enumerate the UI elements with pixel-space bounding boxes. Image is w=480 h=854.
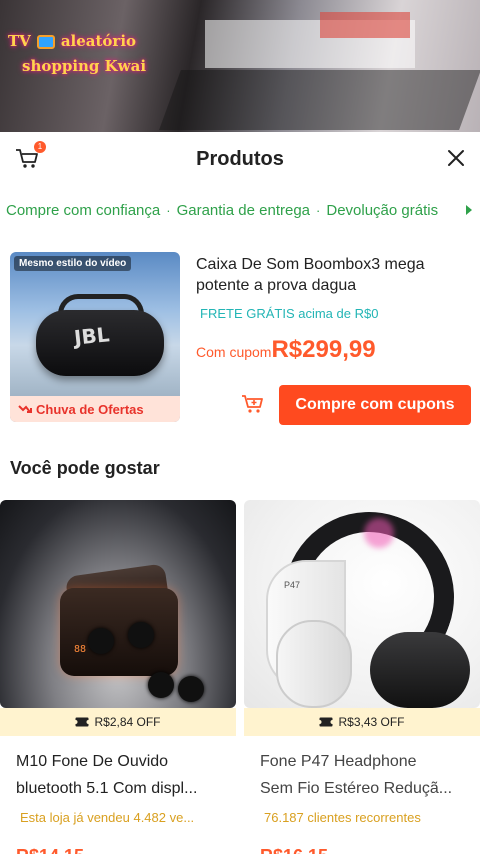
recommendation-card[interactable]: P47 R$3,43 OFF Fone P47 Headphone Sem Fi… xyxy=(244,500,480,854)
earbud-case-shape xyxy=(60,588,178,676)
offer-label: Chuva de Ofertas xyxy=(36,401,144,417)
products-header: 1 Produtos xyxy=(0,132,480,186)
brand-logo: JBL xyxy=(72,322,111,350)
discount-badge: R$3,43 OFF xyxy=(244,708,480,736)
discount-label: R$3,43 OFF xyxy=(338,715,405,729)
ticket-icon xyxy=(75,717,90,727)
sales-info: Esta loja já vendeu 4.482 ve... xyxy=(20,810,195,825)
chevron-right-icon xyxy=(466,205,472,215)
product-name-line: M10 Fone De Ouvido xyxy=(16,753,169,770)
trust-item: Devolução grátis xyxy=(326,201,439,219)
product-title[interactable]: Caixa De Som Boombox3 mega potente a pro… xyxy=(196,254,466,296)
light-glow-shape xyxy=(364,518,394,548)
video-preview[interactable]: TV aleatório shopping Kwai xyxy=(0,0,480,132)
trust-item: Garantia de entrega xyxy=(176,201,311,219)
close-button[interactable] xyxy=(444,146,468,170)
product-image[interactable]: P47 xyxy=(244,500,480,708)
page-title: Produtos xyxy=(196,148,284,170)
featured-product-card[interactable]: JBL Mesmo estilo do vídeo Chuva de Ofert… xyxy=(0,246,480,432)
trust-item: Compre com confiança xyxy=(6,201,161,219)
ear-cup-shape xyxy=(370,632,470,708)
video-caption-line-1: TV aleatório xyxy=(8,32,137,50)
separator-dot: · xyxy=(316,202,321,218)
recommendation-card[interactable]: 88 R$2,84 OFF M10 Fone De Ouvido bluetoo… xyxy=(0,500,236,854)
section-title: Você pode gostar xyxy=(10,458,160,478)
add-to-cart-button[interactable] xyxy=(240,392,266,416)
buy-with-coupon-button[interactable]: Compre com cupons xyxy=(279,385,471,425)
video-bg-shape xyxy=(159,70,480,130)
offer-strip: Chuva de Ofertas xyxy=(10,396,180,422)
price-prefix: Com cupom xyxy=(196,344,272,360)
same-style-tag: Mesmo estilo do vídeo xyxy=(14,256,132,271)
earbud-shape xyxy=(178,676,204,702)
add-to-cart-icon xyxy=(242,395,263,413)
ticket-icon xyxy=(319,717,334,727)
close-icon xyxy=(448,150,464,166)
trust-bar[interactable]: Compre com confiança · Garantia de entre… xyxy=(0,196,480,224)
discount-label: R$2,84 OFF xyxy=(94,715,161,729)
product-name[interactable]: Fone P47 Headphone Sem Fio Estéreo Reduç… xyxy=(260,748,470,802)
discount-badge: R$2,84 OFF xyxy=(0,708,236,736)
model-label: P47 xyxy=(284,580,301,590)
earbud-shape xyxy=(88,628,114,654)
product-price: R$16,15 xyxy=(260,846,360,854)
price-row: Com cupom R$299,99 xyxy=(196,336,376,364)
product-name-line: bluetooth 5.1 Com displ... xyxy=(16,780,198,797)
earbud-shape xyxy=(128,622,154,648)
product-price: R$299,99 xyxy=(271,336,376,363)
product-name[interactable]: M10 Fone De Ouvido bluetooth 5.1 Com dis… xyxy=(16,748,226,802)
trend-down-icon xyxy=(18,405,32,413)
video-bg-shape xyxy=(320,12,410,38)
product-price: R$14,15 xyxy=(16,846,116,854)
earbud-shape xyxy=(148,672,174,698)
led-display: 88 xyxy=(74,644,87,655)
product-name-line: Sem Fio Estéreo Reduçã... xyxy=(260,780,453,797)
separator-dot: · xyxy=(166,202,171,218)
product-image[interactable]: 88 xyxy=(0,500,236,708)
shipping-info: FRETE GRÁTIS acima de R$0 xyxy=(200,306,379,321)
product-image[interactable]: JBL Mesmo estilo do vídeo Chuva de Ofert… xyxy=(10,252,180,422)
tv-icon xyxy=(36,35,55,49)
video-caption-line-2: shopping Kwai xyxy=(22,57,147,75)
customer-info: 76.187 clientes recorrentes xyxy=(264,810,421,825)
ear-cup-shape xyxy=(276,620,352,708)
product-name-line: Fone P47 Headphone xyxy=(260,753,417,770)
